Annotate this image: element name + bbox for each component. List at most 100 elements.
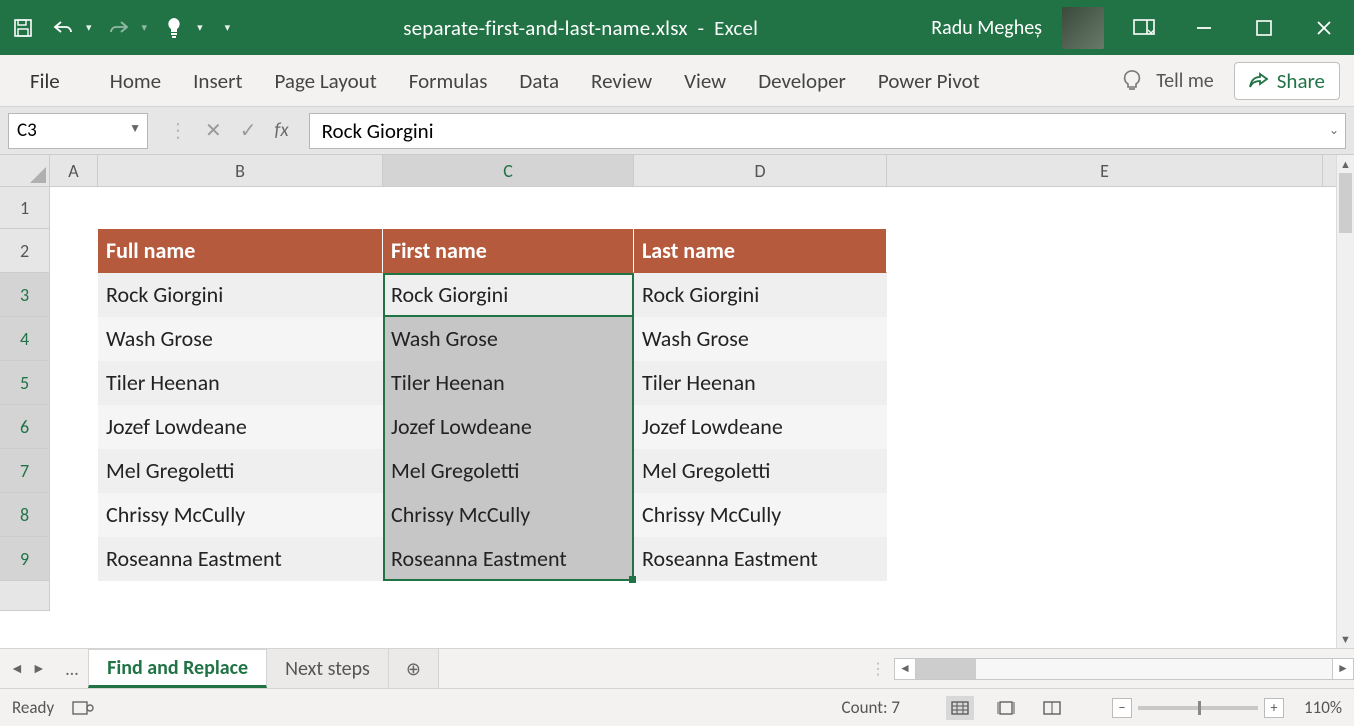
table-cell[interactable]: Rock Giorgini: [634, 273, 887, 317]
horizontal-scrollbar[interactable]: ◄ ►: [894, 649, 1354, 688]
maximize-icon[interactable]: [1244, 8, 1284, 48]
row-headers[interactable]: 1 2 3 4 5 6 7 8 9: [0, 187, 50, 611]
tab-view[interactable]: View: [668, 55, 742, 107]
tab-review[interactable]: Review: [575, 55, 668, 107]
tab-formulas[interactable]: Formulas: [393, 55, 504, 107]
table-cell[interactable]: Roseanna Eastment: [98, 537, 383, 581]
sheet-tab[interactable]: Next steps: [267, 649, 389, 688]
tellme-icon[interactable]: [1120, 69, 1144, 93]
sheet-nav-prev-icon[interactable]: ◄: [10, 660, 24, 677]
chevron-down-icon[interactable]: ▼: [129, 121, 141, 136]
scroll-down-icon[interactable]: ▼: [1337, 630, 1354, 648]
col-header-A[interactable]: A: [50, 155, 98, 186]
table-cell[interactable]: Chrissy McCully: [98, 493, 383, 537]
share-button[interactable]: Share: [1234, 62, 1340, 100]
table-cell[interactable]: Roseanna Eastment: [383, 537, 634, 581]
cancel-formula-icon[interactable]: ✕: [205, 118, 222, 143]
macro-record-icon[interactable]: [72, 699, 94, 717]
tab-page-layout[interactable]: Page Layout: [258, 55, 392, 107]
tab-developer[interactable]: Developer: [742, 55, 862, 107]
zoom-slider[interactable]: [1138, 706, 1258, 710]
col-header-B[interactable]: B: [98, 155, 383, 186]
table-cell[interactable]: Rock Giorgini: [98, 273, 383, 317]
expand-formula-icon[interactable]: ⌄: [1329, 123, 1339, 138]
table-header[interactable]: First name: [383, 229, 634, 273]
scroll-left-icon[interactable]: ◄: [894, 658, 916, 680]
table-cell[interactable]: Chrissy McCully: [383, 493, 634, 537]
table-cell[interactable]: Mel Gregoletti: [98, 449, 383, 493]
table-cell[interactable]: Wash Grose: [383, 317, 634, 361]
user-name[interactable]: Radu Megheș: [931, 16, 1042, 40]
ribbon-options-icon[interactable]: [1124, 8, 1164, 48]
row-header-9[interactable]: 9: [0, 537, 50, 581]
formula-input[interactable]: Rock Giorgini ⌄: [309, 113, 1346, 149]
tab-data[interactable]: Data: [503, 55, 575, 107]
table-cell[interactable]: Jozef Lowdeane: [634, 405, 887, 449]
lightbulb-dropdown-icon[interactable]: ▾: [197, 21, 203, 34]
tab-insert[interactable]: Insert: [177, 55, 258, 107]
tab-split-handle[interactable]: ⋮: [862, 649, 894, 688]
row-header-2[interactable]: 2: [0, 229, 50, 273]
row-header-5[interactable]: 5: [0, 361, 50, 405]
table-cell[interactable]: Tiler Heenan: [98, 361, 383, 405]
close-icon[interactable]: [1304, 8, 1344, 48]
sheet-tab-active[interactable]: Find and Replace: [88, 649, 267, 688]
col-header-E[interactable]: E: [887, 155, 1323, 186]
redo-icon[interactable]: [106, 15, 132, 41]
fx-icon[interactable]: fx: [275, 119, 289, 142]
tab-power-pivot[interactable]: Power Pivot: [862, 55, 996, 107]
table-cell[interactable]: Roseanna Eastment: [634, 537, 887, 581]
row-header-8[interactable]: 8: [0, 493, 50, 537]
undo-dropdown-icon[interactable]: ▾: [86, 21, 92, 34]
undo-icon[interactable]: [50, 15, 76, 41]
table-cell[interactable]: Jozef Lowdeane: [98, 405, 383, 449]
view-page-break-icon[interactable]: [1038, 696, 1066, 720]
col-header-C[interactable]: C: [383, 155, 634, 186]
zoom-level[interactable]: 110%: [1304, 697, 1342, 718]
spreadsheet-grid[interactable]: A B C D E 1 2 3 4 5 6 7 8 9 Full name Fi…: [0, 155, 1354, 648]
tab-file[interactable]: File: [14, 55, 76, 107]
scroll-right-icon[interactable]: ►: [1332, 658, 1354, 680]
row-header-10[interactable]: [0, 581, 50, 611]
redo-dropdown-icon[interactable]: ▾: [142, 21, 148, 34]
save-icon[interactable]: [10, 15, 36, 41]
row-header-1[interactable]: 1: [0, 187, 50, 229]
row-header-7[interactable]: 7: [0, 449, 50, 493]
row-header-6[interactable]: 6: [0, 405, 50, 449]
zoom-out-button[interactable]: −: [1112, 698, 1132, 718]
add-sheet-button[interactable]: ⊕: [389, 649, 439, 688]
minimize-icon[interactable]: [1184, 8, 1224, 48]
cells-area[interactable]: Full name First name Last name Rock Gior…: [50, 187, 1336, 648]
lightbulb-icon[interactable]: [161, 15, 187, 41]
table-header[interactable]: Last name: [634, 229, 887, 273]
avatar[interactable]: [1062, 7, 1104, 49]
table-cell[interactable]: Tiler Heenan: [634, 361, 887, 405]
qat-customize-icon[interactable]: ▾: [225, 21, 231, 34]
row-header-3[interactable]: 3: [0, 273, 50, 317]
enter-formula-icon[interactable]: ✓: [240, 118, 257, 143]
name-box[interactable]: C3▼: [8, 113, 148, 149]
select-all-corner[interactable]: [0, 155, 50, 187]
row-header-4[interactable]: 4: [0, 317, 50, 361]
tellme-label[interactable]: Tell me: [1156, 69, 1214, 93]
table-cell[interactable]: Mel Gregoletti: [634, 449, 887, 493]
sheet-nav-next-icon[interactable]: ►: [32, 660, 46, 677]
col-header-D[interactable]: D: [634, 155, 887, 186]
scroll-thumb[interactable]: [1339, 173, 1352, 233]
table-cell[interactable]: Jozef Lowdeane: [383, 405, 634, 449]
column-headers[interactable]: A B C D E: [50, 155, 1336, 187]
table-cell[interactable]: Wash Grose: [98, 317, 383, 361]
sheet-overflow-icon[interactable]: …: [56, 649, 88, 688]
hscroll-thumb[interactable]: [916, 659, 976, 679]
table-cell[interactable]: Chrissy McCully: [634, 493, 887, 537]
table-cell[interactable]: Rock Giorgini: [383, 273, 634, 317]
table-cell[interactable]: Tiler Heenan: [383, 361, 634, 405]
zoom-in-button[interactable]: +: [1264, 698, 1284, 718]
view-page-layout-icon[interactable]: [992, 696, 1020, 720]
view-normal-icon[interactable]: [946, 696, 974, 720]
zoom-control[interactable]: − + 110%: [1112, 697, 1342, 718]
table-cell[interactable]: Wash Grose: [634, 317, 887, 361]
scroll-up-icon[interactable]: ▲: [1337, 155, 1354, 173]
tab-home[interactable]: Home: [94, 55, 177, 107]
table-header[interactable]: Full name: [98, 229, 383, 273]
